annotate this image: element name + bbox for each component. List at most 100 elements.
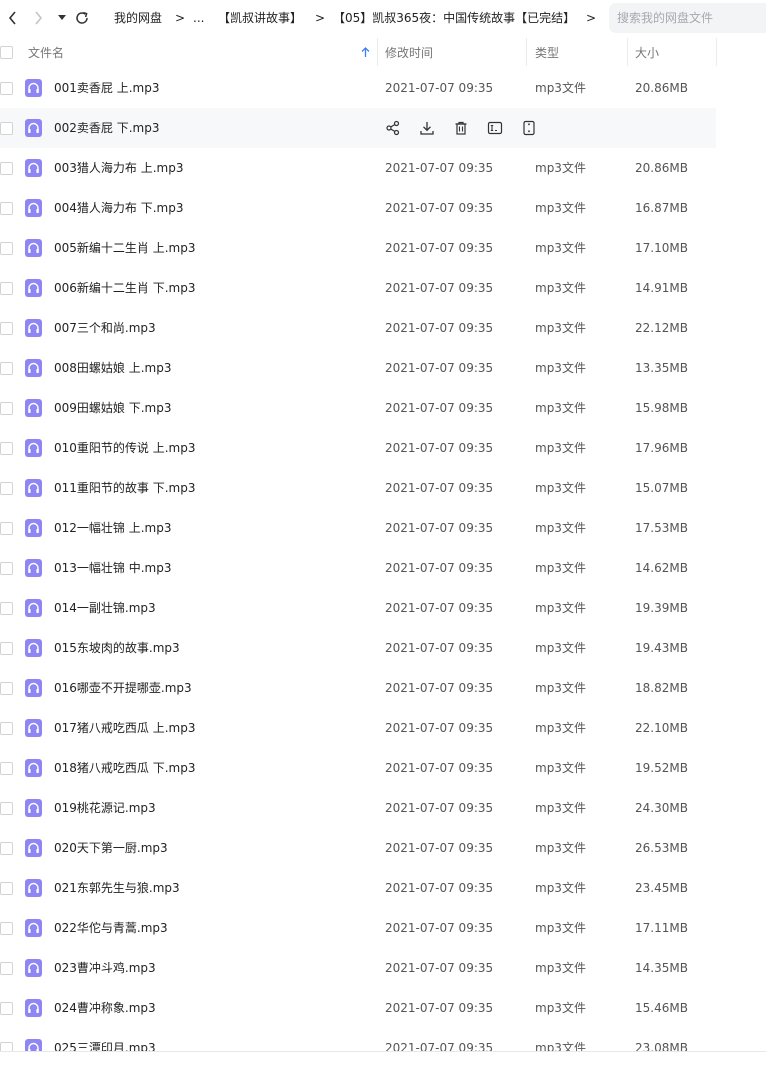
file-row[interactable]: 005新编十二生肖 上.mp3 2021-07-07 09:35 mp3文件 1… xyxy=(0,228,716,268)
file-row[interactable]: 017猪八戒吃西瓜 上.mp3 2021-07-07 09:35 mp3文件 2… xyxy=(0,708,716,748)
file-name[interactable]: 019桃花源记.mp3 xyxy=(54,800,156,816)
column-divider[interactable] xyxy=(627,38,628,66)
file-name[interactable]: 002卖香屁 下.mp3 xyxy=(54,120,159,136)
file-row[interactable]: 024曹冲称象.mp3 2021-07-07 09:35 mp3文件 15.46… xyxy=(0,988,716,1028)
row-checkbox[interactable] xyxy=(0,362,13,375)
file-name[interactable]: 001卖香屁 上.mp3 xyxy=(54,80,159,96)
file-name[interactable]: 009田螺姑娘 下.mp3 xyxy=(54,400,171,416)
row-checkbox[interactable] xyxy=(0,1002,13,1015)
search-input[interactable]: 搜索我的网盘文件 xyxy=(609,3,766,33)
file-name[interactable]: 024曹冲称象.mp3 xyxy=(54,1000,156,1016)
file-row[interactable]: 016哪壶不开提哪壶.mp3 2021-07-07 09:35 mp3文件 18… xyxy=(0,668,716,708)
column-divider[interactable] xyxy=(526,38,527,66)
row-checkbox[interactable] xyxy=(0,242,13,255)
row-checkbox[interactable] xyxy=(0,442,13,455)
file-name[interactable]: 003猎人海力布 上.mp3 xyxy=(54,160,183,176)
row-checkbox[interactable] xyxy=(0,962,13,975)
file-name[interactable]: 014一副壮锦.mp3 xyxy=(54,600,156,616)
row-checkbox[interactable] xyxy=(0,882,13,895)
file-name[interactable]: 018猪八戒吃西瓜 下.mp3 xyxy=(54,760,195,776)
breadcrumb-item-ellipsis[interactable]: ... xyxy=(193,10,204,26)
file-row[interactable]: 015东坡肉的故事.mp3 2021-07-07 09:35 mp3文件 19.… xyxy=(0,628,716,668)
refresh-button[interactable] xyxy=(72,7,92,29)
row-checkbox[interactable] xyxy=(0,282,13,295)
row-checkbox[interactable] xyxy=(0,82,13,95)
file-name[interactable]: 007三个和尚.mp3 xyxy=(54,320,156,336)
share-icon[interactable] xyxy=(385,120,401,136)
row-checkbox[interactable] xyxy=(0,682,13,695)
file-name[interactable]: 006新编十二生肖 下.mp3 xyxy=(54,280,195,296)
history-dropdown-button[interactable] xyxy=(52,7,72,29)
delete-icon[interactable] xyxy=(453,120,469,136)
file-name[interactable]: 023曹冲斗鸡.mp3 xyxy=(54,960,156,976)
row-checkbox[interactable] xyxy=(0,522,13,535)
file-row[interactable]: 023曹冲斗鸡.mp3 2021-07-07 09:35 mp3文件 14.35… xyxy=(0,948,716,988)
file-row[interactable]: 007三个和尚.mp3 2021-07-07 09:35 mp3文件 22.12… xyxy=(0,308,716,348)
file-name[interactable]: 020天下第一厨.mp3 xyxy=(54,840,168,856)
column-divider[interactable] xyxy=(716,38,717,66)
breadcrumb-item-root[interactable]: 我的网盘 xyxy=(114,10,162,26)
column-header-size[interactable]: 大小 xyxy=(635,45,659,61)
breadcrumb-item-folder[interactable]: 【凯叔讲故事】 xyxy=(218,10,302,26)
column-header-name[interactable]: 文件名 xyxy=(28,45,64,61)
file-row[interactable]: 021东郭先生与狼.mp3 2021-07-07 09:35 mp3文件 23.… xyxy=(0,868,716,908)
file-name[interactable]: 025三潭印月.mp3 xyxy=(54,1040,156,1051)
file-row[interactable]: 010重阳节的传说 上.mp3 2021-07-07 09:35 mp3文件 1… xyxy=(0,428,716,468)
more-icon[interactable] xyxy=(521,120,537,136)
rename-icon[interactable] xyxy=(487,120,503,136)
file-row[interactable]: 002卖香屁 下.mp3 xyxy=(0,108,716,148)
column-divider[interactable] xyxy=(377,38,378,66)
select-all-checkbox[interactable] xyxy=(0,46,13,59)
file-name[interactable]: 010重阳节的传说 上.mp3 xyxy=(54,440,195,456)
file-row[interactable]: 011重阳节的故事 下.mp3 2021-07-07 09:35 mp3文件 1… xyxy=(0,468,716,508)
row-checkbox[interactable] xyxy=(0,162,13,175)
file-name[interactable]: 008田螺姑娘 上.mp3 xyxy=(54,360,171,376)
file-name[interactable]: 012一幅壮锦 上.mp3 xyxy=(54,520,171,536)
file-row[interactable]: 001卖香屁 上.mp3 2021-07-07 09:35 mp3文件 20.8… xyxy=(0,68,716,108)
row-checkbox[interactable] xyxy=(0,842,13,855)
row-checkbox[interactable] xyxy=(0,562,13,575)
download-icon[interactable] xyxy=(419,120,435,136)
file-name[interactable]: 017猪八戒吃西瓜 上.mp3 xyxy=(54,720,195,736)
file-row[interactable]: 008田螺姑娘 上.mp3 2021-07-07 09:35 mp3文件 13.… xyxy=(0,348,716,388)
row-checkbox[interactable] xyxy=(0,602,13,615)
file-row[interactable]: 013一幅壮锦 中.mp3 2021-07-07 09:35 mp3文件 14.… xyxy=(0,548,716,588)
file-name[interactable]: 015东坡肉的故事.mp3 xyxy=(54,640,180,656)
row-checkbox[interactable] xyxy=(0,482,13,495)
back-button[interactable] xyxy=(2,7,22,29)
row-checkbox[interactable] xyxy=(0,402,13,415)
file-row[interactable]: 003猎人海力布 上.mp3 2021-07-07 09:35 mp3文件 20… xyxy=(0,148,716,188)
row-checkbox[interactable] xyxy=(0,1042,13,1051)
file-name[interactable]: 021东郭先生与狼.mp3 xyxy=(54,880,180,896)
file-row[interactable]: 018猪八戒吃西瓜 下.mp3 2021-07-07 09:35 mp3文件 1… xyxy=(0,748,716,788)
file-row[interactable]: 022华佗与青蒿.mp3 2021-07-07 09:35 mp3文件 17.1… xyxy=(0,908,716,948)
column-header-time[interactable]: 修改时间 xyxy=(385,45,433,61)
file-row[interactable]: 020天下第一厨.mp3 2021-07-07 09:35 mp3文件 26.5… xyxy=(0,828,716,868)
row-checkbox[interactable] xyxy=(0,722,13,735)
file-name[interactable]: 016哪壶不开提哪壶.mp3 xyxy=(54,680,192,696)
file-name[interactable]: 022华佗与青蒿.mp3 xyxy=(54,920,168,936)
file-row[interactable]: 004猎人海力布 下.mp3 2021-07-07 09:35 mp3文件 16… xyxy=(0,188,716,228)
column-header-type[interactable]: 类型 xyxy=(535,45,559,61)
file-name[interactable]: 005新编十二生肖 上.mp3 xyxy=(54,240,195,256)
file-row[interactable]: 019桃花源记.mp3 2021-07-07 09:35 mp3文件 24.30… xyxy=(0,788,716,828)
file-name[interactable]: 011重阳节的故事 下.mp3 xyxy=(54,480,195,496)
sort-arrow-up-icon[interactable] xyxy=(361,47,370,58)
file-row[interactable]: 009田螺姑娘 下.mp3 2021-07-07 09:35 mp3文件 15.… xyxy=(0,388,716,428)
row-checkbox[interactable] xyxy=(0,802,13,815)
file-name[interactable]: 013一幅壮锦 中.mp3 xyxy=(54,560,171,576)
file-row[interactable]: 025三潭印月.mp3 2021-07-07 09:35 mp3文件 23.08… xyxy=(0,1028,716,1051)
row-checkbox[interactable] xyxy=(0,922,13,935)
file-row[interactable]: 012一幅壮锦 上.mp3 2021-07-07 09:35 mp3文件 17.… xyxy=(0,508,716,548)
forward-button[interactable] xyxy=(28,7,48,29)
file-row[interactable]: 014一副壮锦.mp3 2021-07-07 09:35 mp3文件 19.39… xyxy=(0,588,716,628)
row-checkbox[interactable] xyxy=(0,322,13,335)
headphones-icon xyxy=(28,602,39,613)
breadcrumb-item-current[interactable]: 【05】凯叔365夜：中国传统故事【已完结】 xyxy=(333,10,575,26)
file-row[interactable]: 006新编十二生肖 下.mp3 2021-07-07 09:35 mp3文件 1… xyxy=(0,268,716,308)
row-checkbox[interactable] xyxy=(0,202,13,215)
row-checkbox[interactable] xyxy=(0,642,13,655)
row-checkbox[interactable] xyxy=(0,122,13,135)
file-name[interactable]: 004猎人海力布 下.mp3 xyxy=(54,200,183,216)
row-checkbox[interactable] xyxy=(0,762,13,775)
